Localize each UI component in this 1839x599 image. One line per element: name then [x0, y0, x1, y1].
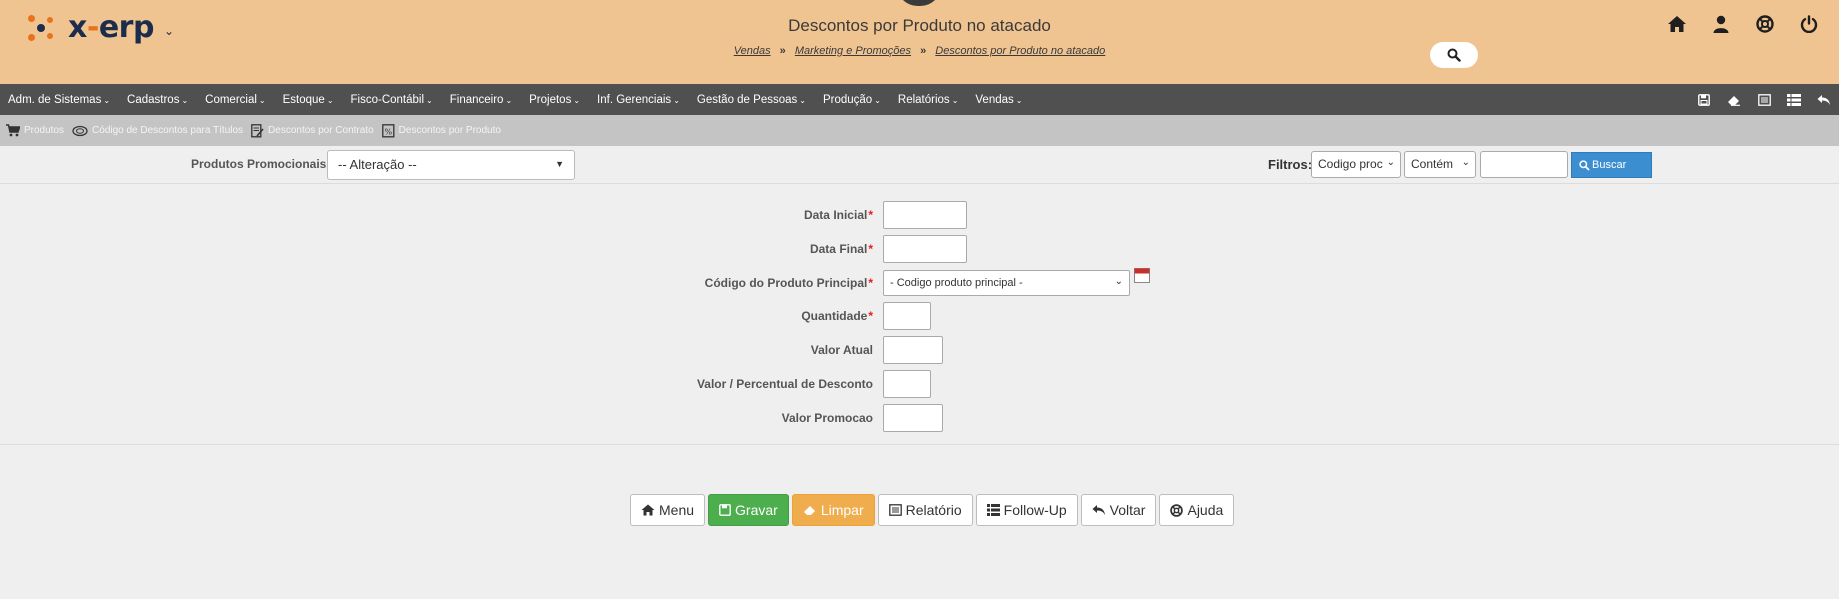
valor-desconto-label: Valor / Percentual de Desconto — [696, 377, 873, 391]
valor-atual-input[interactable] — [883, 336, 943, 364]
menu-cadastros[interactable]: Cadastros ⌄ — [127, 94, 188, 106]
chevron-down-icon: ⌄ — [1114, 276, 1123, 287]
produtos-promocionais-select[interactable]: -- Alteração -- ▼ — [327, 150, 575, 180]
menu-relatorios[interactable]: Relatórios ⌄ — [898, 94, 958, 106]
quantidade-label: Quantidade* — [801, 309, 873, 323]
undo-icon[interactable] — [1809, 84, 1839, 115]
submenu-descontos-produto[interactable]: % Descontos por Produto — [381, 123, 501, 138]
svg-text:%: % — [384, 127, 392, 136]
row-data-inicial: Data Inicial* — [0, 201, 1839, 229]
report-icon[interactable] — [1749, 84, 1779, 115]
codigo-produto-select[interactable]: - Codigo produto principal - ⌄ — [883, 270, 1130, 296]
action-buttons: Menu Gravar Limpar Relatório Follow-Up V… — [630, 494, 1235, 526]
row-quantidade: Quantidade* — [0, 302, 1839, 330]
buscar-button[interactable]: Buscar — [1571, 152, 1652, 178]
menu-producao[interactable]: Produção ⌄ — [823, 94, 881, 106]
quantidade-input[interactable] — [883, 302, 931, 330]
calendar-icon[interactable] — [1134, 267, 1150, 288]
menu-fisco-contabil[interactable]: Fisco-Contábil ⌄ — [351, 94, 433, 106]
breadcrumb-vendas[interactable]: Vendas — [734, 45, 771, 57]
valor-desconto-input[interactable] — [883, 370, 931, 398]
filter-operator-select[interactable]: Contém ⌄ — [1404, 151, 1476, 178]
valor-promocao-label: Valor Promocao — [781, 411, 873, 425]
header-icons — [1665, 12, 1821, 36]
produtos-promocionais-label: Produtos Promocionais — [191, 157, 327, 171]
menu-vendas[interactable]: Vendas ⌄ — [975, 94, 1022, 106]
breadcrumb-separator: » — [779, 45, 786, 57]
chevron-down-icon: ⌄ — [1384, 157, 1395, 168]
followup-button[interactable]: Follow-Up — [975, 494, 1078, 526]
data-inicial-input[interactable] — [883, 201, 967, 229]
submenu-produtos[interactable]: Produtos — [6, 124, 64, 137]
filtros-label: Filtros: — [1268, 157, 1313, 172]
chevron-down-icon: ⌄ — [1459, 157, 1470, 168]
row-valor-desconto: Valor / Percentual de Desconto — [0, 370, 1839, 398]
row-valor-promocao: Valor Promocao — [0, 404, 1839, 432]
eraser-icon[interactable] — [1719, 84, 1749, 115]
valor-atual-label: Valor Atual — [810, 343, 873, 357]
relatorio-button[interactable]: Relatório — [877, 494, 973, 526]
data-final-label: Data Final* — [809, 242, 873, 256]
breadcrumb: Vendas » Marketing e Promoções » Descont… — [0, 45, 1839, 57]
valor-promocao-input[interactable] — [883, 404, 943, 432]
list-icon[interactable] — [1779, 84, 1809, 115]
filter-value-input[interactable] — [1480, 151, 1568, 178]
data-inicial-label: Data Inicial* — [803, 208, 873, 222]
menu-adm-sistemas[interactable]: Adm. de Sistemas ⌄ — [8, 94, 110, 106]
search-icon — [1447, 48, 1461, 62]
list-icon — [986, 504, 1000, 516]
menu-gestao-pessoas[interactable]: Gestão de Pessoas ⌄ — [697, 94, 806, 106]
ajuda-button[interactable]: Ajuda — [1159, 494, 1235, 526]
home-icon[interactable] — [1665, 12, 1689, 36]
power-icon[interactable] — [1797, 12, 1821, 36]
menu-projetos[interactable]: Projetos ⌄ — [529, 94, 580, 106]
row-codigo-produto: Código do Produto Principal* - Codigo pr… — [0, 268, 1839, 296]
report-icon — [888, 504, 902, 516]
voltar-button[interactable]: Voltar — [1080, 494, 1157, 526]
breadcrumb-current[interactable]: Descontos por Produto no atacado — [935, 45, 1105, 57]
menu-estoque[interactable]: Estoque ⌄ — [283, 94, 334, 106]
codigo-produto-label: Código do Produto Principal* — [704, 276, 873, 290]
data-final-input[interactable] — [883, 235, 967, 263]
submenu-codigo-descontos[interactable]: Código de Descontos para Títulos — [72, 125, 243, 137]
cart-icon — [6, 124, 20, 137]
home-icon — [641, 504, 655, 516]
form-divider — [0, 444, 1839, 445]
header: x-erp ⌄ Descontos por Produto no atacado… — [0, 0, 1839, 84]
main-menu-items: Adm. de Sistemas ⌄ Cadastros ⌄ Comercial ⌄ … — [0, 94, 1039, 106]
menu-financeiro[interactable]: Financeiro ⌄ — [450, 94, 512, 106]
submenu-descontos-contrato[interactable]: Descontos por Contrato — [251, 123, 374, 138]
menu-comercial[interactable]: Comercial ⌄ — [205, 94, 265, 106]
page-title: Descontos por Produto no atacado — [788, 16, 1051, 35]
undo-icon — [1092, 505, 1105, 515]
header-search-button[interactable] — [1430, 42, 1478, 68]
menu-button[interactable]: Menu — [630, 494, 706, 526]
help-lifebuoy-icon — [1170, 503, 1184, 517]
user-icon[interactable] — [1709, 12, 1733, 36]
filter-field-select[interactable]: Codigo proc ⌄ — [1311, 151, 1401, 178]
money-icon — [72, 125, 88, 136]
search-icon — [1579, 159, 1590, 171]
row-data-final: Data Final* — [0, 235, 1839, 263]
row-valor-atual: Valor Atual — [0, 336, 1839, 364]
limpar-button[interactable]: Limpar — [791, 494, 875, 526]
eraser-icon — [803, 506, 815, 515]
breadcrumb-marketing[interactable]: Marketing e Promoções — [795, 45, 911, 57]
save-icon — [719, 504, 731, 516]
gravar-button[interactable]: Gravar — [708, 494, 789, 526]
breadcrumb-separator: » — [920, 45, 927, 57]
filter-bar: Produtos Promocionais -- Alteração -- ▼ … — [0, 146, 1839, 184]
top-notch — [896, 0, 942, 6]
main-menu-bar: Adm. de Sistemas ⌄ Cadastros ⌄ Comercial ⌄ … — [0, 84, 1839, 115]
help-lifebuoy-icon[interactable] — [1753, 12, 1777, 36]
chevron-down-icon: ▼ — [555, 159, 564, 169]
percent-doc-icon: % — [381, 123, 395, 137]
menu-tools — [1689, 84, 1839, 115]
contract-icon — [251, 123, 264, 137]
menu-inf-gerenciais[interactable]: Inf. Gerenciais ⌄ — [597, 94, 680, 106]
sub-menu-bar: Produtos Código de Descontos para Título… — [0, 115, 1839, 146]
save-icon[interactable] — [1689, 84, 1719, 115]
